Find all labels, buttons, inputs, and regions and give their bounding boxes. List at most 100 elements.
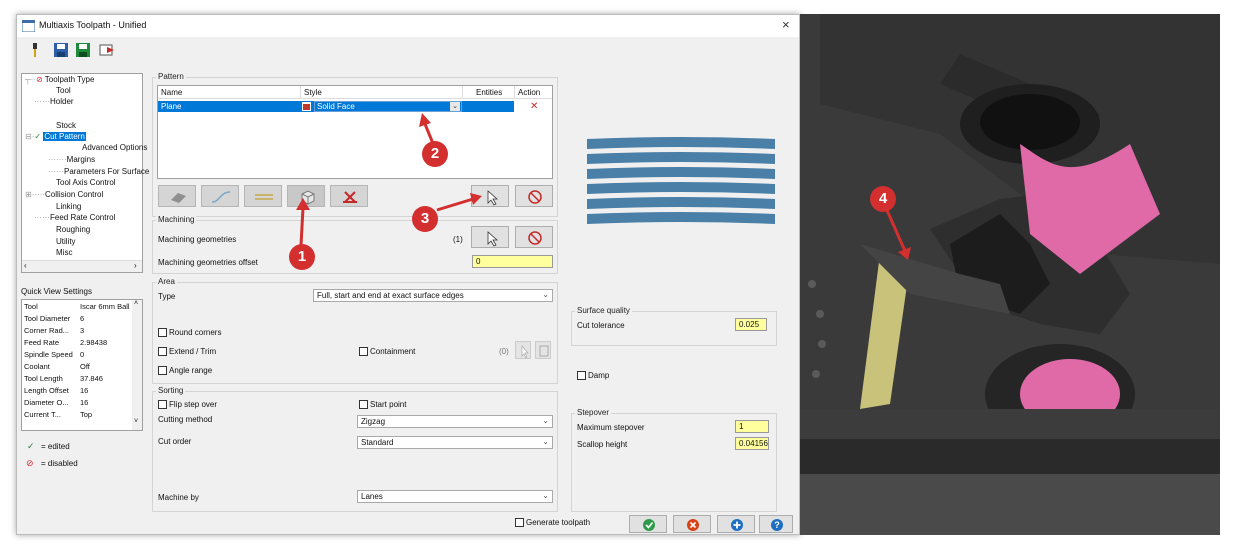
machining-geometries-label: Machining geometries (158, 235, 237, 244)
containment-count: (0) (499, 347, 509, 356)
area-type-dropdown[interactable]: Full, start and end at exact surface edg… (313, 289, 553, 302)
select-geometries-button[interactable] (471, 226, 509, 248)
tree-item-utility[interactable]: Utility (56, 237, 76, 246)
apply-button[interactable] (717, 515, 755, 533)
plus-icon (731, 519, 743, 531)
pattern-type-lines-button[interactable] (244, 185, 282, 207)
tree-item-tool[interactable]: Tool (56, 86, 71, 95)
table-row[interactable]: Plane Solid Face ⌄ (158, 101, 514, 112)
angle-range-checkbox[interactable] (158, 366, 167, 375)
save-icon[interactable] (53, 42, 69, 58)
tree-item-advanced-options[interactable]: Advanced Options (82, 143, 147, 152)
clear-geometries-button[interactable] (515, 226, 553, 248)
containment-checkbox[interactable] (359, 347, 368, 356)
quick-view-value: 16 (80, 386, 89, 395)
flip-step-over-checkbox[interactable] (158, 400, 167, 409)
scroll-left-icon[interactable]: ‹ (24, 261, 27, 270)
generate-toolpath-checkbox[interactable] (515, 518, 524, 527)
scroll-down-icon[interactable]: ˅ (134, 418, 138, 425)
tree-item-holder[interactable]: ······Holder (34, 97, 74, 106)
machining-offset-label: Machining geometries offset (158, 258, 258, 267)
tree-item-toolpath-type[interactable]: ┬··⊘ Toolpath Type (25, 75, 94, 84)
select-entities-button[interactable] (471, 185, 509, 207)
chevron-down-icon: ⌄ (542, 416, 549, 425)
area-type-label: Type (158, 292, 176, 301)
pattern-type-parallel-button[interactable] (158, 185, 196, 207)
cut-tolerance-label: Cut tolerance (577, 321, 625, 330)
pattern-style-dropdown[interactable]: Solid Face ⌄ (314, 101, 462, 112)
cancel-button[interactable] (673, 515, 711, 533)
help-icon: ? (771, 519, 783, 531)
quick-view-table: Tool Iscar 6mm Ball Tool Diameter 6 Corner R… (21, 299, 143, 431)
chevron-down-icon[interactable]: ⌄ (450, 102, 460, 111)
solid-face-icon (302, 102, 311, 111)
tree-item-cut-pattern[interactable]: ⊟·✓ Cut Pattern (25, 132, 86, 141)
clear-selection-icon (528, 231, 542, 245)
legend-disabled: = disabled (41, 459, 78, 468)
scallop-height-input[interactable]: 0.04156 (735, 437, 769, 450)
help-button[interactable]: ? (759, 515, 793, 533)
tree-item-margins[interactable]: ·······Margins (48, 155, 95, 164)
table-row: Length Offset 16 (22, 386, 140, 396)
delete-row-icon[interactable]: ✕ (530, 101, 538, 112)
export-icon[interactable] (99, 42, 115, 58)
pattern-delete-button[interactable] (330, 185, 368, 207)
angle-range-label: Angle range (169, 366, 213, 375)
machine-by-dropdown[interactable]: Lanes ⌄ (357, 490, 553, 503)
ok-button[interactable] (629, 515, 667, 533)
quick-view-value: 2.98438 (80, 338, 108, 347)
quick-view-value: Off (80, 362, 90, 371)
extend-trim-label: Extend / Trim (169, 347, 217, 356)
tree-item-linking[interactable]: Linking (56, 202, 81, 211)
save-as-icon[interactable] (75, 42, 91, 58)
quick-view-key: Corner Rad... (24, 326, 70, 335)
generate-toolpath-label: Generate toolpath (526, 518, 591, 527)
machining-group-label: Machining (156, 215, 197, 224)
quick-view-key: Tool Diameter (24, 314, 71, 323)
quick-view-scrollbar[interactable]: ˄ ˅ (132, 300, 142, 430)
tool-icon[interactable] (27, 42, 43, 58)
tree-item-parameters-for-surface[interactable]: ······Parameters For Surface (48, 167, 149, 176)
tree-item-tool-axis-control[interactable]: Tool Axis Control (56, 178, 116, 187)
cube-icon (301, 190, 315, 205)
close-icon[interactable]: × (782, 17, 790, 32)
containment-label: Containment (370, 347, 416, 356)
clear-entities-button[interactable] (515, 185, 553, 207)
damp-checkbox[interactable] (577, 371, 586, 380)
tree-item-misc[interactable]: Misc (56, 248, 72, 257)
extend-trim-checkbox[interactable] (158, 347, 167, 356)
cutting-method-dropdown[interactable]: Zigzag ⌄ (357, 415, 553, 428)
pattern-group-label: Pattern (156, 72, 186, 81)
pattern-type-solid-face-button[interactable] (287, 185, 325, 207)
cursor-icon (487, 231, 499, 247)
quick-view-value: Iscar 6mm Ball (80, 302, 130, 311)
damp-label: Damp (588, 371, 610, 380)
surface-quality-group-label: Surface quality (575, 306, 632, 315)
column-header-entities: Entities (476, 88, 503, 97)
cut-tolerance-input[interactable]: 0.025 (735, 318, 767, 331)
select-containment-button[interactable] (515, 341, 531, 359)
preview-stripes (587, 137, 775, 224)
pattern-name-cell: Plane (161, 102, 182, 111)
max-stepover-input[interactable]: 1 (735, 420, 769, 433)
round-corners-checkbox[interactable] (158, 328, 167, 337)
stepover-group-label: Stepover (575, 408, 612, 417)
pattern-type-curve-button[interactable] (201, 185, 239, 207)
machine-by-value: Lanes (361, 492, 383, 501)
containment-options-button[interactable] (535, 341, 551, 359)
flip-step-over-label: Flip step over (169, 400, 218, 409)
tree-item-roughing[interactable]: Roughing (56, 225, 90, 234)
callout-marker-1: 1 (289, 244, 315, 270)
graphics-viewport[interactable] (800, 14, 1220, 535)
start-point-checkbox[interactable] (359, 400, 368, 409)
tree-item-feed-rate-control[interactable]: ······Feed Rate Control (34, 213, 115, 222)
table-row: Coolant Off (22, 362, 140, 372)
machining-offset-input[interactable]: 0 (472, 255, 553, 268)
cut-order-dropdown[interactable]: Standard ⌄ (357, 436, 553, 449)
tree-item-stock[interactable]: Stock (56, 121, 76, 130)
sorting-group-label: Sorting (156, 386, 186, 395)
scroll-right-icon[interactable]: › (134, 261, 137, 270)
scroll-up-icon[interactable]: ˄ (134, 300, 138, 307)
tree-item-collision-control[interactable]: ⊞·····Collision Control (25, 190, 103, 199)
tree-horizontal-scrollbar[interactable]: ‹ › (22, 260, 142, 272)
